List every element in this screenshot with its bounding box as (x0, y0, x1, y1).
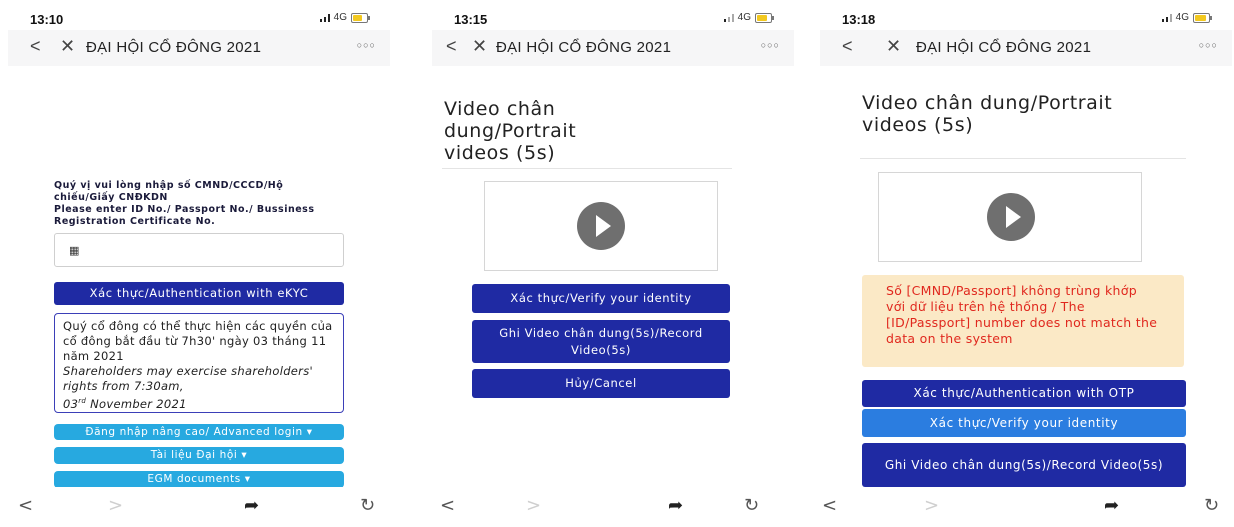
close-icon[interactable]: ✕ (60, 36, 75, 57)
meeting-documents-dropdown[interactable]: Tài liệu Đại hội ▾ (54, 447, 344, 464)
authentication-ekyc-button[interactable]: Xác thực/Authentication with eKYC (54, 282, 344, 305)
verify-identity-button[interactable]: Xác thực/Verify your identity (862, 409, 1186, 437)
app-navbar: < ✕ ĐẠI HỘI CỔ ĐÔNG 2021 ○○○ (432, 30, 794, 66)
keypad-icon: ▦ (69, 244, 80, 257)
video-preview[interactable] (878, 172, 1142, 262)
back-nav-icon[interactable]: < (822, 495, 837, 516)
cancel-button[interactable]: Hủy/Cancel (472, 369, 730, 398)
status-bar: 13:10 4G (8, 8, 390, 30)
back-nav-icon[interactable]: < (18, 495, 33, 516)
signal-icon (723, 13, 734, 22)
network-type: 4G (333, 12, 347, 23)
notice-box: Quý cổ đông có thể thực hiện các quyền c… (54, 313, 344, 413)
authentication-otp-button[interactable]: Xác thực/Authentication with OTP (862, 380, 1186, 407)
share-icon[interactable]: ➦ (244, 495, 259, 516)
network-type: 4G (737, 12, 751, 23)
forward-nav-icon[interactable]: > (526, 495, 541, 516)
more-options-icon[interactable]: ○○○ (761, 40, 780, 50)
video-preview[interactable] (484, 181, 718, 271)
browser-bottom-bar: < > ➦ ↻ (820, 487, 1232, 527)
signal-icon (1161, 13, 1172, 22)
refresh-icon[interactable]: ↻ (1204, 495, 1219, 516)
close-icon[interactable]: ✕ (472, 36, 487, 57)
battery-icon (1193, 12, 1212, 23)
page-title: ĐẠI HỘI CỔ ĐÔNG 2021 (86, 39, 262, 56)
refresh-icon[interactable]: ↻ (360, 495, 375, 516)
battery-charging-icon (351, 12, 370, 23)
battery-icon (755, 12, 774, 23)
app-navbar: < ✕ ĐẠI HỘI CỔ ĐÔNG 2021 ○○○ (8, 30, 390, 66)
back-icon[interactable]: < (842, 36, 853, 57)
video-section-title: Video chân dung/Portrait videos (5s) (862, 92, 1113, 136)
browser-bottom-bar: < > ➦ ↻ (432, 487, 794, 527)
status-bar: 13:15 4G (432, 8, 794, 30)
signal-icon (319, 13, 330, 22)
video-section-title: Video chân dung/Portrait videos (5s) (444, 98, 577, 164)
error-alert: Số [CMND/Passport] không trùng khớp với … (862, 275, 1184, 367)
status-bar: 13:18 4G (820, 8, 1232, 30)
back-icon[interactable]: < (30, 36, 41, 57)
more-options-icon[interactable]: ○○○ (357, 40, 376, 50)
notice-en: Shareholders may exercise shareholders' … (63, 364, 313, 411)
forward-nav-icon[interactable]: > (108, 495, 123, 516)
divider (860, 158, 1186, 159)
id-prompt: Quý vị vui lòng nhập số CMND/CCCD/Hộ chi… (54, 180, 315, 227)
share-icon[interactable]: ➦ (668, 495, 683, 516)
phone-screen-2: 13:15 4G < ✕ ĐẠI HỘI CỔ ĐÔNG 2021 ○○○ Vi… (432, 0, 794, 527)
back-icon[interactable]: < (446, 36, 457, 57)
more-options-icon[interactable]: ○○○ (1199, 40, 1218, 50)
status-time: 13:18 (842, 12, 876, 27)
page-title: ĐẠI HỘI CỔ ĐÔNG 2021 (496, 39, 672, 56)
advanced-login-dropdown[interactable]: Đăng nhập nâng cao/ Advanced login ▾ (54, 424, 344, 440)
back-nav-icon[interactable]: < (440, 495, 455, 516)
phone-screen-1: 13:10 4G < ✕ ĐẠI HỘI CỔ ĐÔNG 2021 ○○○ Qu… (8, 0, 390, 527)
verify-identity-button[interactable]: Xác thực/Verify your identity (472, 284, 730, 313)
close-icon[interactable]: ✕ (886, 36, 901, 57)
share-icon[interactable]: ➦ (1104, 495, 1119, 516)
phone-screen-3: 13:18 4G < ✕ ĐẠI HỘI CỔ ĐÔNG 2021 ○○○ Vi… (820, 0, 1232, 527)
id-input[interactable]: ▦ (54, 233, 344, 267)
play-icon[interactable] (577, 202, 625, 250)
app-navbar: < ✕ ĐẠI HỘI CỔ ĐÔNG 2021 ○○○ (820, 30, 1232, 66)
refresh-icon[interactable]: ↻ (744, 495, 759, 516)
record-video-button[interactable]: Ghi Video chân dung(5s)/Record Video(5s) (472, 320, 730, 363)
page-title: ĐẠI HỘI CỔ ĐÔNG 2021 (916, 39, 1092, 56)
divider (442, 168, 732, 169)
forward-nav-icon[interactable]: > (924, 495, 939, 516)
play-icon[interactable] (987, 193, 1035, 241)
record-video-button[interactable]: Ghi Video chân dung(5s)/Record Video(5s) (862, 443, 1186, 487)
egm-documents-dropdown[interactable]: EGM documents ▾ (54, 471, 344, 488)
network-type: 4G (1175, 12, 1189, 23)
notice-vi: Quý cổ đông có thể thực hiện các quyền c… (63, 319, 333, 363)
browser-bottom-bar: < > ➦ ↻ (8, 487, 390, 527)
status-time: 13:15 (454, 12, 488, 27)
status-time: 13:10 (30, 12, 64, 27)
